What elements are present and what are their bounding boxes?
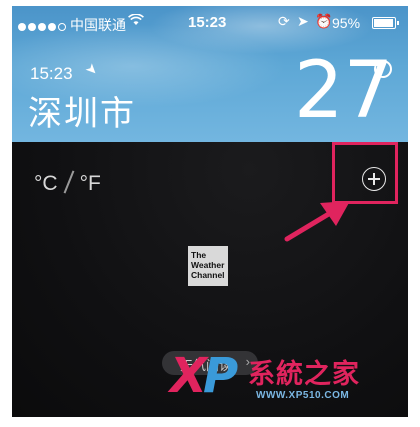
wifi-icon [128,13,144,30]
annotation-arrow-icon [284,201,350,242]
temperature-value: 27 [294,46,394,136]
city-name[interactable]: 深圳市 [28,86,136,135]
watermark: XP 系統之家 WWW.XP510.COM [170,348,406,410]
unit-divider [63,170,75,194]
signal-dots-icon [18,18,68,34]
carrier-label: 中国联通 [70,17,126,33]
status-bar: 中国联通 15:23 ⟳ ➤ ⏰ 95% [12,12,408,34]
fahrenheit-option[interactable]: °F [80,172,101,195]
location-arrow-icon: ➤ [297,13,309,29]
watermark-p: P [203,348,238,404]
logo-line-1: The [191,250,207,260]
unit-toggle[interactable]: °C °F [34,170,101,196]
watermark-x: X [170,348,207,404]
watermark-url: WWW.XP510.COM [256,390,350,401]
plus-circle-icon[interactable] [362,167,386,191]
logo-line-2: Weather [191,260,225,270]
battery-icon [372,17,399,29]
watermark-name: 系統之家 [248,359,360,389]
city-local-time: 15:23 [30,64,73,83]
degree-symbol-icon [374,60,392,78]
logo-line-3: Channel [191,270,225,280]
battery-percent: 95% [332,15,361,31]
watermark-xp: XP [170,348,238,404]
status-time: 15:23 [188,14,227,31]
weather-app-screen: 中国联通 15:23 ⟳ ➤ ⏰ 95% 15:23 ➤ 深圳市 27 °C °F… [12,6,408,417]
weather-channel-logo[interactable]: The Weather Channel [188,246,228,286]
celsius-option[interactable]: °C [34,172,58,195]
rotation-lock-icon: ⟳ [278,13,290,29]
alarm-icon: ⏰ [315,13,333,29]
